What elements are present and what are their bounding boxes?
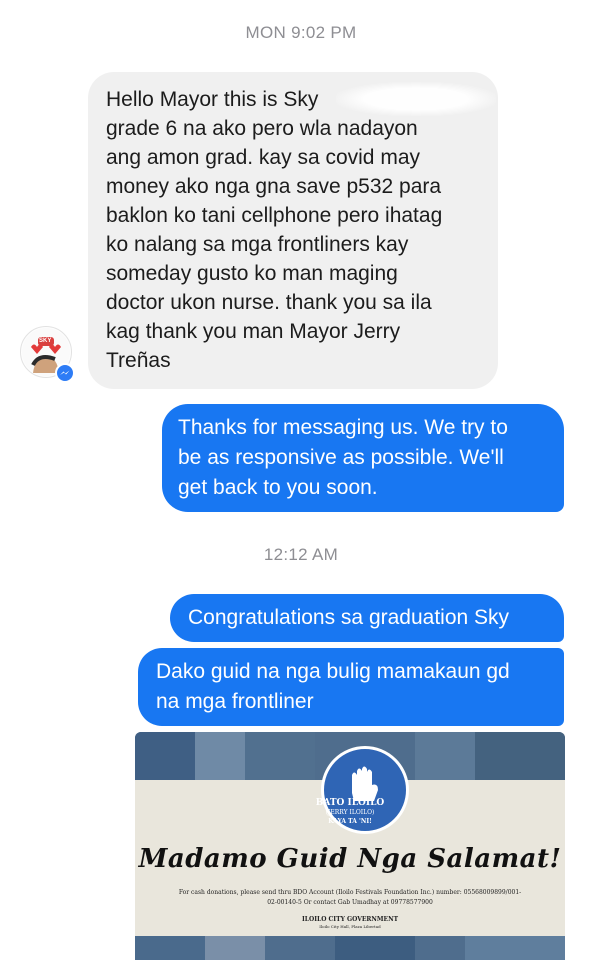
logo-title: BATO ILOILO [315, 798, 385, 808]
donation-info-line: For cash donations, please send thru BDO… [178, 889, 522, 896]
message-line: get back to you soon. [178, 476, 378, 499]
logo-subtitle: (JERRY ILOILO) [325, 809, 375, 816]
incoming-message-bubble[interactable]: Hello Mayor this is Sky grade 6 na ako p… [88, 72, 498, 389]
message-line: someday gusto ko man maging [106, 262, 398, 285]
message-line: Dako guid na nga bulig mamakaun gd [156, 660, 510, 683]
message-line: na mga frontliner [156, 690, 314, 713]
message-line: money ako nga gna save p532 para [106, 175, 442, 198]
message-line: Treñas [106, 349, 171, 372]
redacted-name-blur [336, 82, 496, 116]
message-line: be as responsive as possible. We'll [178, 446, 504, 469]
message-line: grade 6 na ako pero wla nadayon [106, 117, 418, 140]
org-name: ILOILO CITY GOVERNMENT [301, 916, 399, 923]
photo-strip-bottom [135, 936, 565, 960]
org-address: Iloilo City Hall, Plaza Libertad [319, 924, 381, 929]
outgoing-message-bubble[interactable]: Congratulations sa graduation Sky [170, 594, 564, 642]
messenger-icon [55, 363, 75, 383]
donation-info-line: 02-00140-5 Or contact Gab Umadhay at 097… [267, 899, 433, 906]
avatar-label: SKY [39, 338, 52, 344]
logo-tagline: KAYA TA 'NI! [328, 818, 372, 825]
message-line: Thanks for messaging us. We try to [178, 416, 508, 439]
message-line: ang amon grad. kay sa covid may [106, 146, 420, 169]
message-line: ko nalang sa mga frontliners kay [106, 233, 409, 256]
message-line: kag thank you man Mayor Jerry [106, 320, 401, 343]
sender-avatar[interactable]: SKY [20, 326, 75, 383]
message-line: Congratulations sa graduation Sky [188, 606, 510, 629]
outgoing-message-bubble[interactable]: Thanks for messaging us. We try to be as… [162, 404, 564, 512]
message-line: doctor ukon nurse. thank you sa ila [106, 291, 432, 314]
thank-you-headline: Madamo Guid Nga Salamat! [138, 844, 562, 874]
timestamp-night: 12:12 AM [263, 545, 339, 564]
image-attachment[interactable]: BATO ILOILO (JERRY ILOILO) KAYA TA 'NI! … [135, 732, 565, 960]
message-line: baklon ko tani cellphone pero ihatag [106, 204, 443, 227]
timestamp-monday: MON 9:02 PM [245, 23, 357, 42]
outgoing-message-bubble[interactable]: Dako guid na nga bulig mamakaun gd na mg… [138, 648, 564, 726]
